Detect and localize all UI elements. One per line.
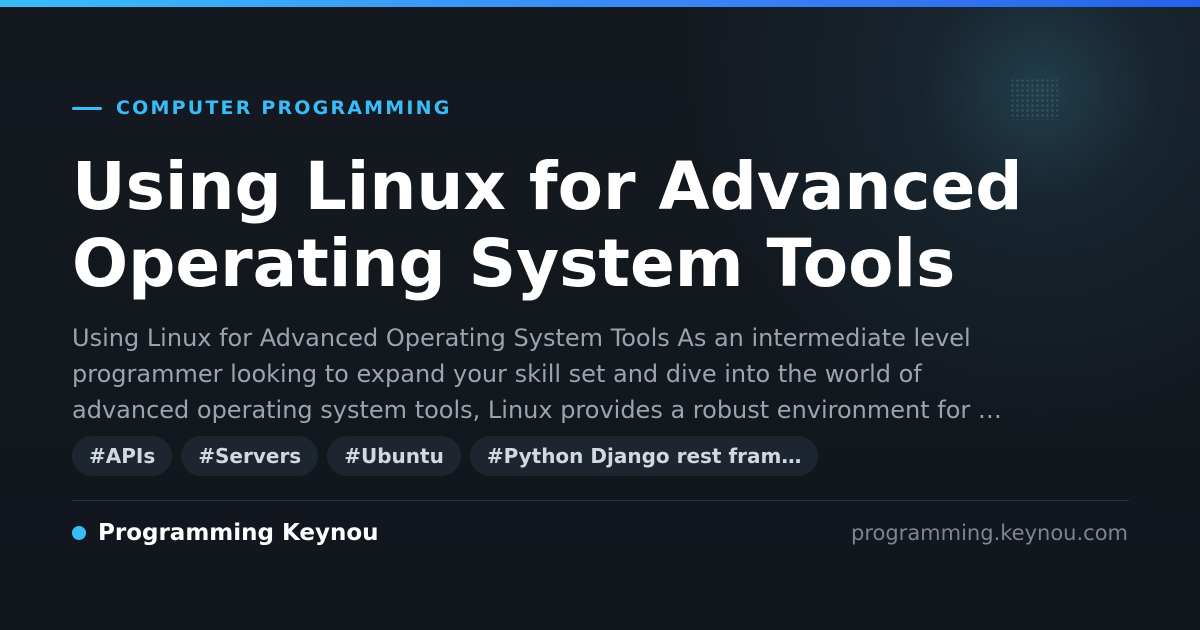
category-dash-icon xyxy=(72,106,102,110)
title-line: Using Linux for Advanced xyxy=(72,148,1023,225)
description: Using Linux for Advanced Operating Syste… xyxy=(72,320,1132,428)
decorative-dot-pattern xyxy=(1010,78,1058,120)
tag-list: #APIs #Servers #Ubuntu #Python Django re… xyxy=(72,436,819,476)
tag-ubuntu[interactable]: #Ubuntu xyxy=(327,436,461,476)
brand-dot-icon xyxy=(72,526,86,540)
description-line: programmer looking to expand your skill … xyxy=(72,360,922,388)
divider xyxy=(72,500,1129,501)
category: COMPUTER PROGRAMMING xyxy=(72,96,452,120)
share-card: COMPUTER PROGRAMMING Using Linux for Adv… xyxy=(0,0,1200,630)
description-line: Using Linux for Advanced Operating Syste… xyxy=(72,324,971,352)
brand-name[interactable]: Programming Keynou xyxy=(98,520,379,546)
site-url[interactable]: programming.keynou.com xyxy=(851,521,1128,545)
tag-python-django[interactable]: #Python Django rest fram… xyxy=(469,436,819,476)
title-line: Operating System Tools xyxy=(72,225,956,302)
accent-top-bar xyxy=(0,0,1200,7)
category-label: COMPUTER PROGRAMMING xyxy=(116,97,452,119)
description-line: advanced operating system tools, Linux p… xyxy=(72,396,1002,424)
tag-servers[interactable]: #Servers xyxy=(181,436,319,476)
brand: Programming Keynou xyxy=(72,519,379,547)
tag-apis[interactable]: #APIs xyxy=(72,436,173,476)
page-title: Using Linux for Advanced Operating Syste… xyxy=(72,148,1152,302)
